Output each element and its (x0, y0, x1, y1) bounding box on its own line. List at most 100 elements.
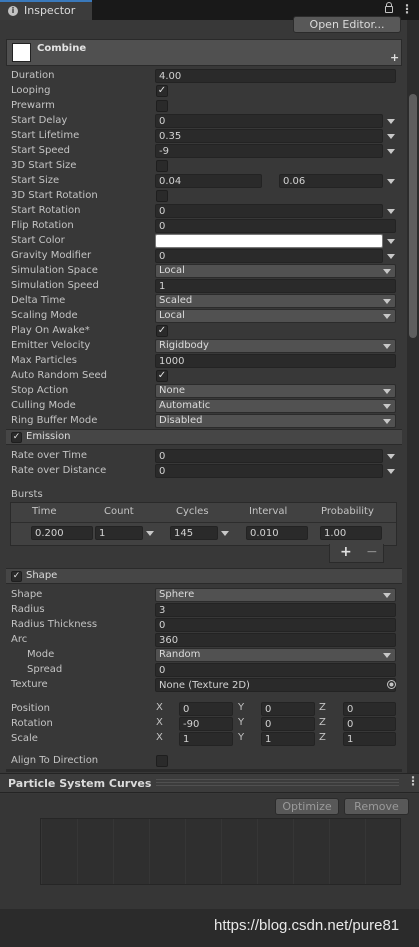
start-rotation-field[interactable]: 0 (155, 204, 383, 218)
gravity-modifier-curve-menu-icon[interactable] (387, 254, 395, 259)
texture-object-field[interactable]: None (Texture 2D) (155, 678, 396, 692)
start-lifetime-field[interactable]: 0.35 (155, 129, 383, 143)
curve-graph[interactable] (40, 818, 401, 885)
culling-mode-dropdown[interactable]: Automatic (155, 399, 396, 413)
radius-field[interactable]: 3 (155, 603, 396, 617)
culling-mode-label: Culling Mode (11, 400, 76, 411)
radius-thickness-field[interactable]: 0 (155, 618, 396, 632)
tab-title: Inspector (24, 4, 76, 17)
scaling-mode-dropdown[interactable]: Local (155, 309, 396, 323)
shape-module-header[interactable]: ✓ Shape (6, 568, 402, 584)
start-size-curve-menu-icon[interactable] (387, 179, 395, 184)
start-speed-field[interactable]: -9 (155, 144, 383, 158)
3d-start-rotation-checkbox[interactable] (156, 190, 168, 202)
menu-icon[interactable]: ⋮ (401, 2, 413, 16)
burst-interval-field[interactable]: 0.010 (246, 526, 308, 540)
position-x-field[interactable]: 0 (179, 702, 233, 716)
max-particles-field[interactable]: 1000 (155, 354, 396, 368)
emission-enabled-checkbox[interactable]: ✓ (11, 432, 22, 443)
burst-cycles-menu-icon[interactable] (221, 531, 229, 536)
ring-buffer-mode-dropdown[interactable]: Disabled (155, 414, 396, 428)
mode-dropdown[interactable]: Random (155, 648, 396, 662)
rate-over-time-curve-menu-icon[interactable] (387, 454, 395, 459)
flip-rotation-field[interactable]: 0 (155, 219, 396, 233)
start-rotation-curve-menu-icon[interactable] (387, 209, 395, 214)
shape-dropdown[interactable]: Sphere (155, 588, 396, 602)
emission-module-header[interactable]: ✓ Emission (6, 429, 402, 445)
watermark: https://blog.csdn.net/pure81 (214, 917, 400, 934)
align-to-direction-label: Align To Direction (11, 755, 99, 766)
position-y-axis-label: Y (238, 702, 245, 713)
add-icon[interactable]: + (390, 51, 399, 64)
start-delay-curve-menu-icon[interactable] (387, 119, 395, 124)
simulation-speed-field[interactable]: 1 (155, 279, 396, 293)
optimize-button[interactable]: Optimize (275, 798, 339, 815)
start-lifetime-curve-menu-icon[interactable] (387, 134, 395, 139)
prewarm-label: Prewarm (11, 100, 55, 111)
rate-over-distance-field[interactable]: 0 (155, 464, 383, 478)
rate-over-time-label: Rate over Time (11, 450, 88, 461)
rotation-y-field[interactable]: 0 (261, 717, 315, 731)
start-size-max-field[interactable]: 0.06 (279, 174, 383, 188)
start-speed-label: Start Speed (11, 145, 70, 156)
position-y-field[interactable]: 0 (261, 702, 315, 716)
rotation-x-field[interactable]: -90 (179, 717, 233, 731)
rotation-z-field[interactable]: 0 (343, 717, 396, 731)
simulation-space-label: Simulation Space (11, 265, 98, 276)
start-speed-curve-menu-icon[interactable] (387, 149, 395, 154)
remove-burst-button[interactable]: − (366, 544, 378, 560)
rate-over-distance-curve-menu-icon[interactable] (387, 469, 395, 474)
burst-cycles-field[interactable]: 145 (170, 526, 218, 540)
simulation-space-dropdown[interactable]: Local (155, 264, 396, 278)
stop-action-dropdown[interactable]: None (155, 384, 396, 398)
start-color-curve-menu-icon[interactable] (387, 239, 395, 244)
scrollbar-thumb[interactable] (409, 94, 417, 338)
arc-field[interactable]: 360 (155, 633, 396, 647)
shape-title: Shape (26, 570, 58, 581)
align-to-direction-checkbox[interactable] (156, 755, 168, 767)
burst-probability-field[interactable]: 1.00 (320, 526, 382, 540)
start-rotation-label: Start Rotation (11, 205, 81, 216)
duration-field[interactable]: 4.00 (155, 69, 396, 83)
delta-time-dropdown[interactable]: Scaled (155, 294, 396, 308)
3d-start-size-checkbox[interactable] (156, 160, 168, 172)
simulation-speed-label: Simulation Speed (11, 280, 99, 291)
scale-x-field[interactable]: 1 (179, 732, 233, 746)
scale-y-field[interactable]: 1 (261, 732, 315, 746)
bursts-buttons: + − (329, 544, 384, 563)
position-z-field[interactable]: 0 (343, 702, 396, 716)
start-delay-field[interactable]: 0 (155, 114, 383, 128)
start-size-min-field[interactable]: 0.04 (155, 174, 262, 188)
burst-count-field[interactable]: 1 (95, 526, 143, 540)
start-color-swatch[interactable] (155, 234, 383, 248)
auto-random-seed-checkbox[interactable]: ✓ (156, 370, 168, 382)
start-color-label: Start Color (11, 235, 65, 246)
lock-icon[interactable] (385, 6, 393, 13)
tab-inspector[interactable]: i Inspector (0, 0, 92, 20)
rate-over-time-field[interactable]: 0 (155, 449, 383, 463)
add-burst-button[interactable]: + (340, 544, 352, 560)
emitter-velocity-dropdown[interactable]: Rigidbody (155, 339, 396, 353)
rotation-x-axis-label: X (156, 717, 163, 728)
burst-time-field[interactable]: 0.200 (31, 526, 93, 540)
system-header[interactable]: Combine + (6, 39, 402, 66)
shape-enabled-checkbox[interactable]: ✓ (11, 571, 22, 582)
texture-picker-icon[interactable] (387, 680, 396, 689)
texture-label: Texture (11, 679, 48, 690)
burst-count-menu-icon[interactable] (146, 531, 154, 536)
curves-panel-header: Particle System Curves ⋮ (0, 773, 419, 793)
scale-z-field[interactable]: 1 (343, 732, 396, 746)
rotation-label: Rotation (11, 718, 53, 729)
prewarm-checkbox[interactable] (156, 100, 168, 112)
scale-z-axis-label: Z (319, 732, 326, 743)
arc-label: Arc (11, 634, 28, 645)
play-on-awake-checkbox[interactable]: ✓ (156, 325, 168, 337)
spread-field[interactable]: 0 (155, 663, 396, 677)
open-editor-button[interactable]: Open Editor... (293, 16, 401, 33)
gravity-modifier-field[interactable]: 0 (155, 249, 383, 263)
curves-menu-icon[interactable]: ⋮ (407, 774, 419, 788)
auto-random-seed-label: Auto Random Seed (11, 370, 107, 381)
curves-grip[interactable] (156, 779, 399, 787)
remove-button[interactable]: Remove (344, 798, 409, 815)
looping-checkbox[interactable]: ✓ (156, 85, 168, 97)
